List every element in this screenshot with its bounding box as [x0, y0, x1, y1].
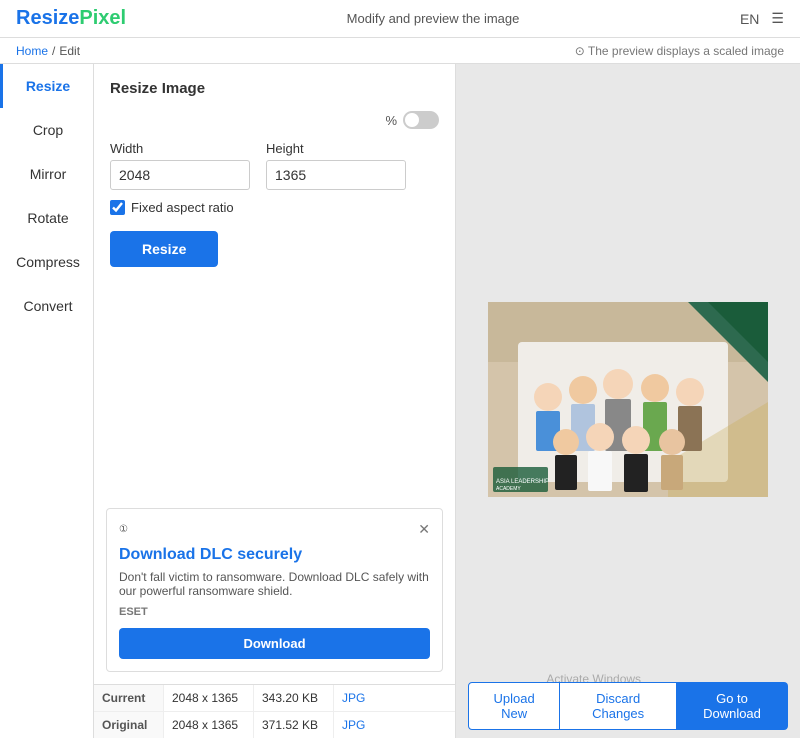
toggle-row: %: [110, 111, 439, 129]
preview-area: ASIA LEADERSHIP ACADEMY Activate Windows…: [456, 64, 800, 738]
width-input[interactable]: [110, 160, 250, 190]
width-group: Width: [110, 141, 250, 190]
height-label: Height: [266, 141, 406, 156]
aspect-ratio-label: Fixed aspect ratio: [131, 200, 234, 215]
file-row-original: Original 2048 x 1365 371.52 KB JPG: [94, 712, 455, 738]
resize-button[interactable]: Resize: [110, 231, 218, 267]
file-label-current: Current: [94, 685, 164, 711]
sidebar-item-crop[interactable]: Crop: [0, 108, 93, 152]
go-to-download-button[interactable]: Go to Download: [677, 682, 788, 730]
ad-badge: ①: [119, 524, 128, 535]
svg-text:ASIA LEADERSHIP: ASIA LEADERSHIP: [496, 479, 549, 485]
sidebar-item-mirror[interactable]: Mirror: [0, 152, 93, 196]
logo-pixel: Pixel: [79, 7, 126, 29]
footer-bar: Upload New Discard Changes Go to Downloa…: [456, 674, 800, 738]
main-layout: Resize Crop Mirror Rotate Compress Conve…: [0, 64, 800, 738]
sidebar-item-rotate[interactable]: Rotate: [0, 196, 93, 240]
ad-close-button[interactable]: ✕: [418, 521, 430, 538]
percent-toggle[interactable]: [403, 111, 439, 129]
aspect-ratio-checkbox[interactable]: [110, 200, 125, 215]
svg-text:ACADEMY: ACADEMY: [496, 486, 521, 492]
preview-note: ⊙ The preview displays a scaled image: [575, 44, 784, 58]
preview-image: ASIA LEADERSHIP ACADEMY: [488, 302, 768, 497]
breadcrumb: Home / Edit ⊙ The preview displays a sca…: [0, 38, 800, 64]
ad-brand: ESET: [119, 606, 430, 618]
ad-download-button[interactable]: Download: [119, 628, 430, 659]
ad-title: Download DLC securely: [119, 546, 430, 564]
ad-top-row: ① ✕: [119, 521, 430, 538]
upload-new-button[interactable]: Upload New: [468, 682, 560, 730]
resize-panel: Resize Image % Width Height Fixed aspect…: [94, 64, 455, 496]
height-input[interactable]: [266, 160, 406, 190]
sidebar-item-compress[interactable]: Compress: [0, 240, 93, 284]
file-row-current: Current 2048 x 1365 343.20 KB JPG: [94, 685, 455, 712]
content-panel: Resize Image % Width Height Fixed aspect…: [94, 64, 456, 738]
sidebar-item-convert[interactable]: Convert: [0, 284, 93, 328]
aspect-ratio-row: Fixed aspect ratio: [110, 200, 439, 215]
header-title: Modify and preview the image: [347, 11, 520, 26]
file-size-original: 371.52 KB: [254, 712, 334, 738]
file-size-current: 343.20 KB: [254, 685, 334, 711]
lang-label[interactable]: EN: [740, 11, 759, 27]
discard-changes-button[interactable]: Discard Changes: [560, 682, 677, 730]
file-dims-current: 2048 x 1365: [164, 685, 254, 711]
logo: ResizePixel: [16, 7, 126, 30]
breadcrumb-current: Edit: [59, 44, 80, 58]
height-group: Height: [266, 141, 406, 190]
dimensions-row: Width Height: [110, 141, 439, 190]
logo-resize: Resize: [16, 7, 79, 29]
resize-title: Resize Image: [110, 80, 439, 97]
percent-label: %: [385, 113, 397, 128]
file-type-original: JPG: [334, 712, 374, 738]
ad-panel: ① ✕ Download DLC securely Don't fall vic…: [106, 508, 443, 672]
app-header: ResizePixel Modify and preview the image…: [0, 0, 800, 38]
width-label: Width: [110, 141, 250, 156]
ad-body: Don't fall victim to ransomware. Downloa…: [119, 570, 430, 598]
file-type-current: JPG: [334, 685, 374, 711]
file-info: Current 2048 x 1365 343.20 KB JPG Origin…: [94, 684, 455, 738]
preview-image-container: ASIA LEADERSHIP ACADEMY: [488, 302, 768, 500]
sidebar-item-resize[interactable]: Resize: [0, 64, 93, 108]
header-right: EN ☰: [740, 10, 784, 27]
breadcrumb-separator: /: [52, 44, 55, 58]
breadcrumb-home[interactable]: Home: [16, 44, 48, 58]
sidebar: Resize Crop Mirror Rotate Compress Conve…: [0, 64, 94, 738]
file-label-original: Original: [94, 712, 164, 738]
file-dims-original: 2048 x 1365: [164, 712, 254, 738]
menu-icon[interactable]: ☰: [771, 10, 784, 27]
